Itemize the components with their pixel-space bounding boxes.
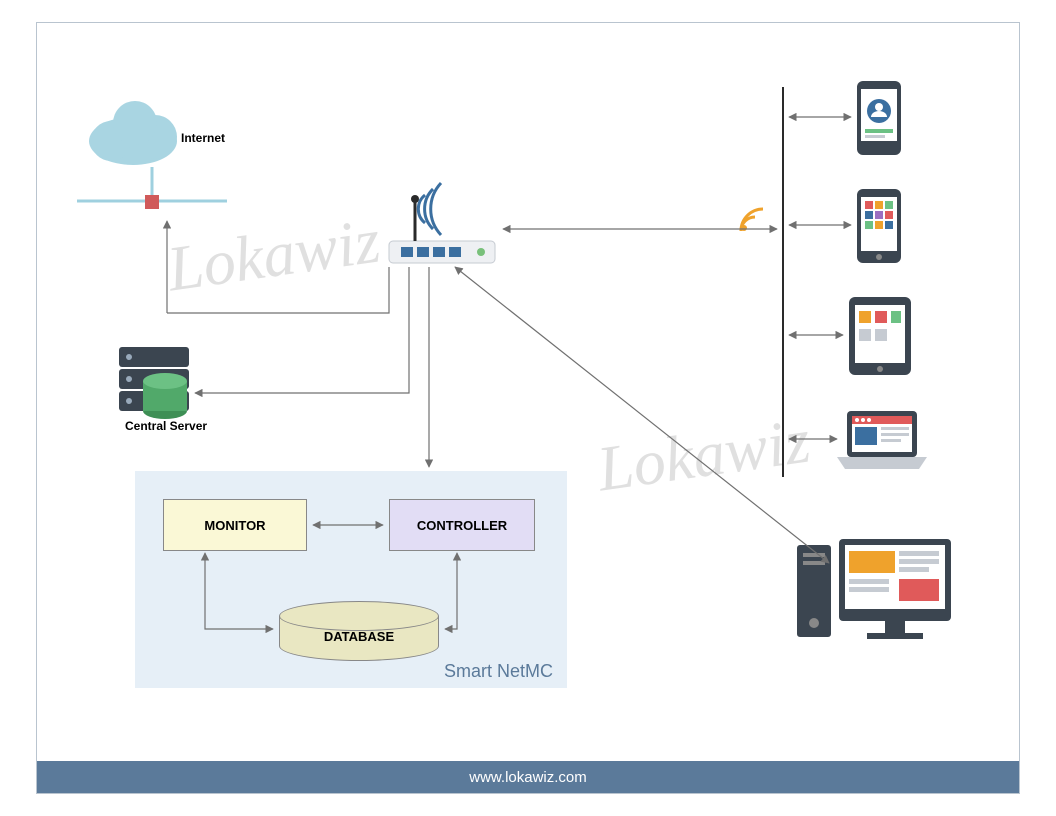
phone-apps-icon (857, 189, 901, 263)
watermark: Lokawiz (163, 204, 385, 307)
smart-netmc-title: Smart NetMC (444, 661, 553, 682)
footer-bar: www.lokawiz.com (37, 761, 1019, 793)
central-server-label: Central Server (125, 419, 207, 433)
laptop-icon (837, 411, 927, 469)
edge-router-server (195, 267, 409, 393)
wifi-signal-icon (741, 209, 763, 231)
database-label: DATABASE (279, 629, 439, 644)
edge-internet-router (167, 267, 389, 313)
phone-contact-icon (857, 81, 901, 155)
router-icon (389, 183, 495, 263)
server-icon (119, 347, 189, 419)
page: Lokawiz Lokawiz Internet Central Server … (0, 0, 1056, 816)
tablet-icon (849, 297, 911, 375)
controller-box: CONTROLLER (389, 499, 535, 551)
internet-label: Internet (181, 131, 225, 145)
watermark: Lokawiz (593, 404, 815, 507)
cloud-icon (77, 101, 227, 209)
database-cylinder: DATABASE (279, 601, 439, 661)
desktop-icon (797, 539, 951, 639)
diagram-frame: Lokawiz Lokawiz Internet Central Server … (36, 22, 1020, 794)
smart-netmc-panel: MONITOR CONTROLLER DATABASE Smart NetMC (135, 471, 567, 688)
monitor-box: MONITOR (163, 499, 307, 551)
footer-url: www.lokawiz.com (469, 769, 587, 786)
